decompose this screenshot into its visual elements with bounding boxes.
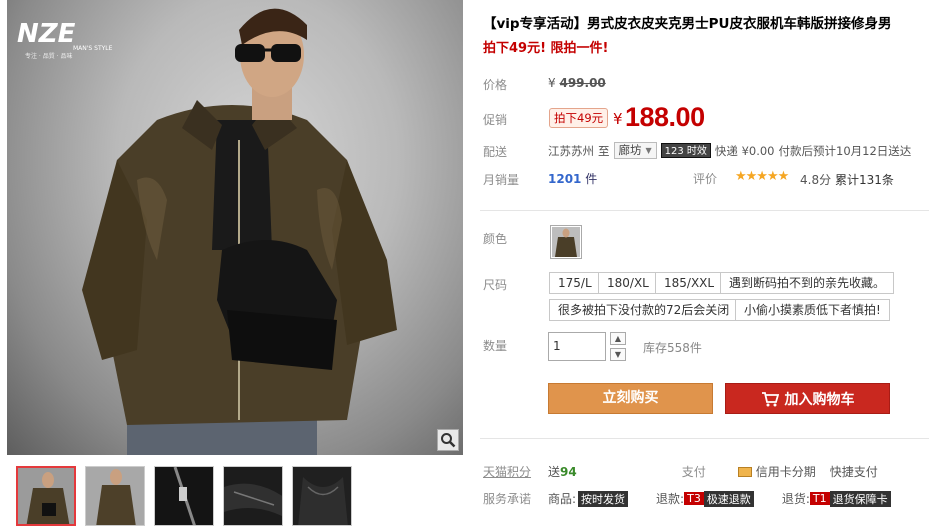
return-label: 退货: xyxy=(781,492,810,506)
model-jacket-illustration xyxy=(82,8,397,455)
ship-from: 江苏苏州 xyxy=(548,143,594,158)
original-price-currency: ¥ xyxy=(548,76,556,90)
divider xyxy=(480,210,929,211)
city-select[interactable]: 廊坊 ▼ xyxy=(613,142,657,159)
review-count-link[interactable]: 累计131条 xyxy=(835,171,894,188)
service-promise-label: 服务承诺 xyxy=(483,492,532,506)
delivery-time-badge: 123 时效 xyxy=(660,143,711,158)
cart-icon xyxy=(761,391,779,406)
color-swatch-brown[interactable] xyxy=(550,225,582,259)
add-to-cart-label: 加入购物车 xyxy=(784,391,855,408)
color-label: 颜色 xyxy=(483,232,508,246)
svg-text:MAN'S STYLE: MAN'S STYLE xyxy=(73,45,113,52)
credit-installment[interactable]: 信用卡分期 xyxy=(737,463,816,480)
goods-label: 商品: xyxy=(548,492,577,506)
thumbnail-jacket-front[interactable] xyxy=(16,466,76,526)
svg-text:NZE: NZE xyxy=(17,19,76,49)
product-title: 【vip专享活动】男式皮衣皮夹克男士PU皮衣服机车韩版拼接修身男 xyxy=(483,16,892,32)
tmall-points-label[interactable]: 天猫积分 xyxy=(483,463,548,480)
refund-code-badge: T3 xyxy=(684,492,704,505)
credit-card-icon xyxy=(737,466,752,477)
promo-price-label: 促销 xyxy=(483,113,508,127)
quantity-label: 数量 xyxy=(483,339,508,353)
buy-now-button[interactable]: 立刻购买 xyxy=(548,383,713,414)
size-label: 尺码 xyxy=(483,278,508,292)
svg-text:专注 · 品質 · 品味: 专注 · 品質 · 品味 xyxy=(25,52,72,60)
rating-score: 4.8分 xyxy=(800,173,832,187)
size-note-2[interactable]: 很多被拍下没付款的72后会关闭 xyxy=(549,299,739,321)
product-subtitle: 拍下49元! 限拍一件! xyxy=(483,41,609,56)
thumbnail-collar-detail[interactable] xyxy=(292,466,352,526)
promo-currency: ¥ xyxy=(613,110,623,128)
main-product-image[interactable]: NZE MAN'S STYLE 专注 · 品質 · 品味 xyxy=(7,0,463,455)
on-time-shipping-tag[interactable]: 按时发货 xyxy=(578,490,629,507)
ship-to-word: 至 xyxy=(598,143,610,158)
sales-count: 1201 xyxy=(548,172,582,186)
chevron-down-icon: ▼ xyxy=(645,146,652,155)
quantity-increment-button[interactable]: ▲ xyxy=(610,332,626,345)
sales-label: 月销量 xyxy=(483,173,520,187)
original-price-value: 499.00 xyxy=(559,76,606,90)
quantity-decrement-button[interactable]: ▼ xyxy=(610,348,626,361)
points-payment-row: 天猫积分 送 94 支付 信用卡分期 快捷支付 xyxy=(483,463,930,480)
thumbnail-jacket-side[interactable] xyxy=(85,466,145,526)
delivery-note: 付款后预计10月12日送达 xyxy=(778,143,912,158)
divider xyxy=(480,438,929,439)
city-select-value: 廊坊 xyxy=(618,143,642,157)
original-price: ¥ 499.00 xyxy=(548,76,606,90)
size-note-3[interactable]: 小偷小摸素质低下者慎拍! xyxy=(735,299,890,321)
thumbnail-zipper-detail[interactable] xyxy=(154,466,214,526)
monthly-sales: 1201 件 xyxy=(548,170,597,187)
add-to-cart-button[interactable]: 加入购物车 xyxy=(725,383,890,414)
thumbnail-sleeve-detail[interactable] xyxy=(223,466,283,526)
original-price-label: 价格 xyxy=(483,78,508,92)
fast-refund-tag[interactable]: 极速退款 xyxy=(703,490,754,507)
sales-unit: 件 xyxy=(585,172,598,186)
size-option-180[interactable]: 180/XL xyxy=(598,272,658,294)
brand-logo: NZE MAN'S STYLE 专注 · 品質 · 品味 xyxy=(15,12,125,60)
size-option-175[interactable]: 175/L xyxy=(549,272,601,294)
rating-label: 评价 xyxy=(693,172,718,186)
points-prefix: 送 xyxy=(548,465,561,479)
credit-installment-label: 信用卡分期 xyxy=(755,465,816,479)
zoom-icon[interactable] xyxy=(437,429,459,451)
payment-label: 支付 xyxy=(681,465,706,479)
thumbnail-strip xyxy=(16,466,352,526)
shipping-info: 江苏苏州 至 廊坊 ▼ 123 时效 快递 ¥0.00 付款后预计10月12日送达 xyxy=(548,142,911,159)
quantity-input[interactable]: 1 xyxy=(548,332,606,361)
rating-stars-icon: ★★★★★ xyxy=(735,169,789,184)
stock-count: 库存558件 xyxy=(643,341,702,355)
points-value: 94 xyxy=(560,464,577,479)
size-note-1[interactable]: 遇到断码拍不到的亲先收藏。 xyxy=(720,272,895,294)
size-option-185[interactable]: 185/XXL xyxy=(655,272,724,294)
refund-label: 退款: xyxy=(656,492,685,506)
shipping-label: 配送 xyxy=(483,145,508,159)
service-promise-row: 服务承诺 商品: 按时发货 退款: T3 极速退款 退货: T1 退货保障卡 xyxy=(483,490,930,507)
express-fee: 快递 ¥0.00 xyxy=(714,143,775,158)
promo-tag: 拍下49元 xyxy=(549,108,609,128)
return-guarantee-tag[interactable]: 退货保障卡 xyxy=(829,490,891,507)
return-code-badge: T1 xyxy=(809,492,830,505)
quick-pay[interactable]: 快捷支付 xyxy=(830,463,878,480)
promo-price-value: 188.00 xyxy=(625,102,705,132)
